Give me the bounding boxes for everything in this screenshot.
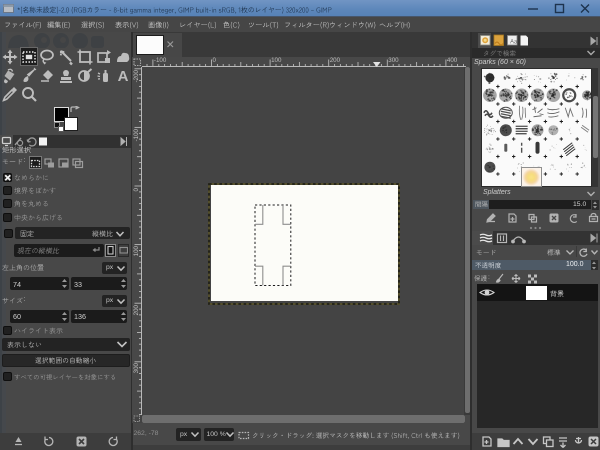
- svg-text:A: A: [117, 68, 128, 85]
